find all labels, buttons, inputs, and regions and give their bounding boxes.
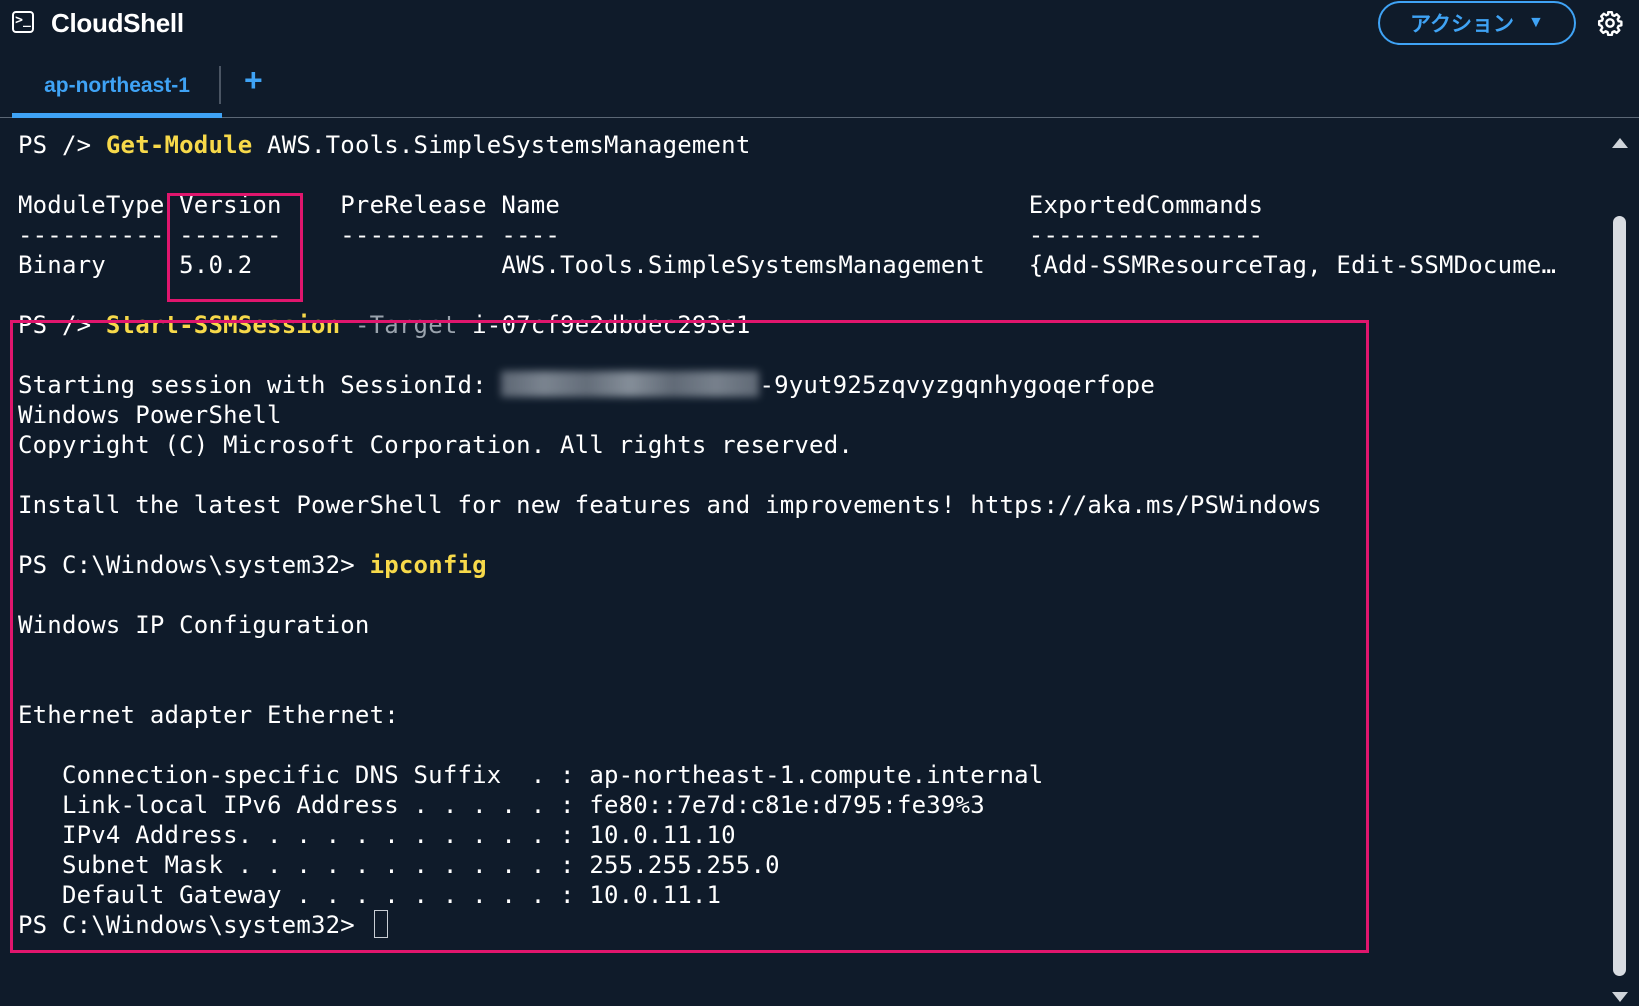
tab-divider (219, 66, 221, 104)
terminal-line: PS /> Get-Module AWS.Tools.SimpleSystems… (18, 131, 751, 159)
table-header: ModuleType Version PreRelease Name Expor… (18, 191, 1264, 219)
gear-icon[interactable] (1597, 10, 1623, 36)
text-cursor[interactable] (373, 910, 388, 938)
terminal-line: Connection-specific DNS Suffix . : ap-no… (18, 761, 1044, 789)
terminal-line: Default Gateway . . . . . . . . . : 10.0… (18, 881, 722, 909)
actions-label: アクション (1410, 13, 1515, 36)
terminal-output[interactable]: PS /> Get-Module AWS.Tools.SimpleSystems… (0, 118, 1600, 1006)
terminal-line: Windows IP Configuration (18, 611, 370, 639)
terminal-line: Copyright (C) Microsoft Corporation. All… (18, 431, 854, 459)
tab-ap-northeast-1[interactable]: ap-northeast-1 (12, 58, 222, 118)
terminal-line: IPv4 Address. . . . . . . . . . . : 10.0… (18, 821, 736, 849)
terminal-line: Install the latest PowerShell for new fe… (18, 491, 1322, 519)
terminal-line: Windows PowerShell (18, 401, 282, 429)
terminal-icon: >_ (12, 11, 34, 33)
scrollbar-thumb[interactable] (1613, 216, 1626, 976)
terminal-line: Ethernet adapter Ethernet: (18, 701, 399, 729)
terminal-line: Subnet Mask . . . . . . . . . . . : 255.… (18, 851, 780, 879)
vertical-scrollbar[interactable] (1610, 138, 1630, 1004)
terminal-line: PS C:\Windows\system32> (18, 910, 388, 940)
header-bar: >_ CloudShell アクション ▼ (0, 0, 1639, 50)
terminal-line: PS C:\Windows\system32> ipconfig (18, 551, 487, 579)
tab-bar: ap-northeast-1 + (0, 58, 1639, 118)
table-separator: ---------- ------- ---------- ---- -----… (18, 221, 1264, 249)
session-line: Starting session with SessionId: -9yut92… (18, 371, 1155, 399)
terminal-line: PS /> Start-SSMSession -Target i-07cf9e2… (18, 311, 751, 339)
actions-button[interactable]: アクション ▼ (1378, 1, 1576, 45)
caret-down-icon: ▼ (1528, 14, 1544, 31)
scroll-down-arrow-icon[interactable] (1612, 992, 1628, 1002)
app-title: CloudShell (51, 8, 184, 38)
table-row: Binary 5.0.2 AWS.Tools.SimpleSystemsMana… (18, 251, 1557, 279)
terminal-line: Link-local IPv6 Address . . . . . : fe80… (18, 791, 985, 819)
add-tab-button[interactable]: + (244, 62, 263, 98)
scroll-up-arrow-icon[interactable] (1612, 138, 1628, 148)
redacted-session-id (501, 371, 760, 397)
